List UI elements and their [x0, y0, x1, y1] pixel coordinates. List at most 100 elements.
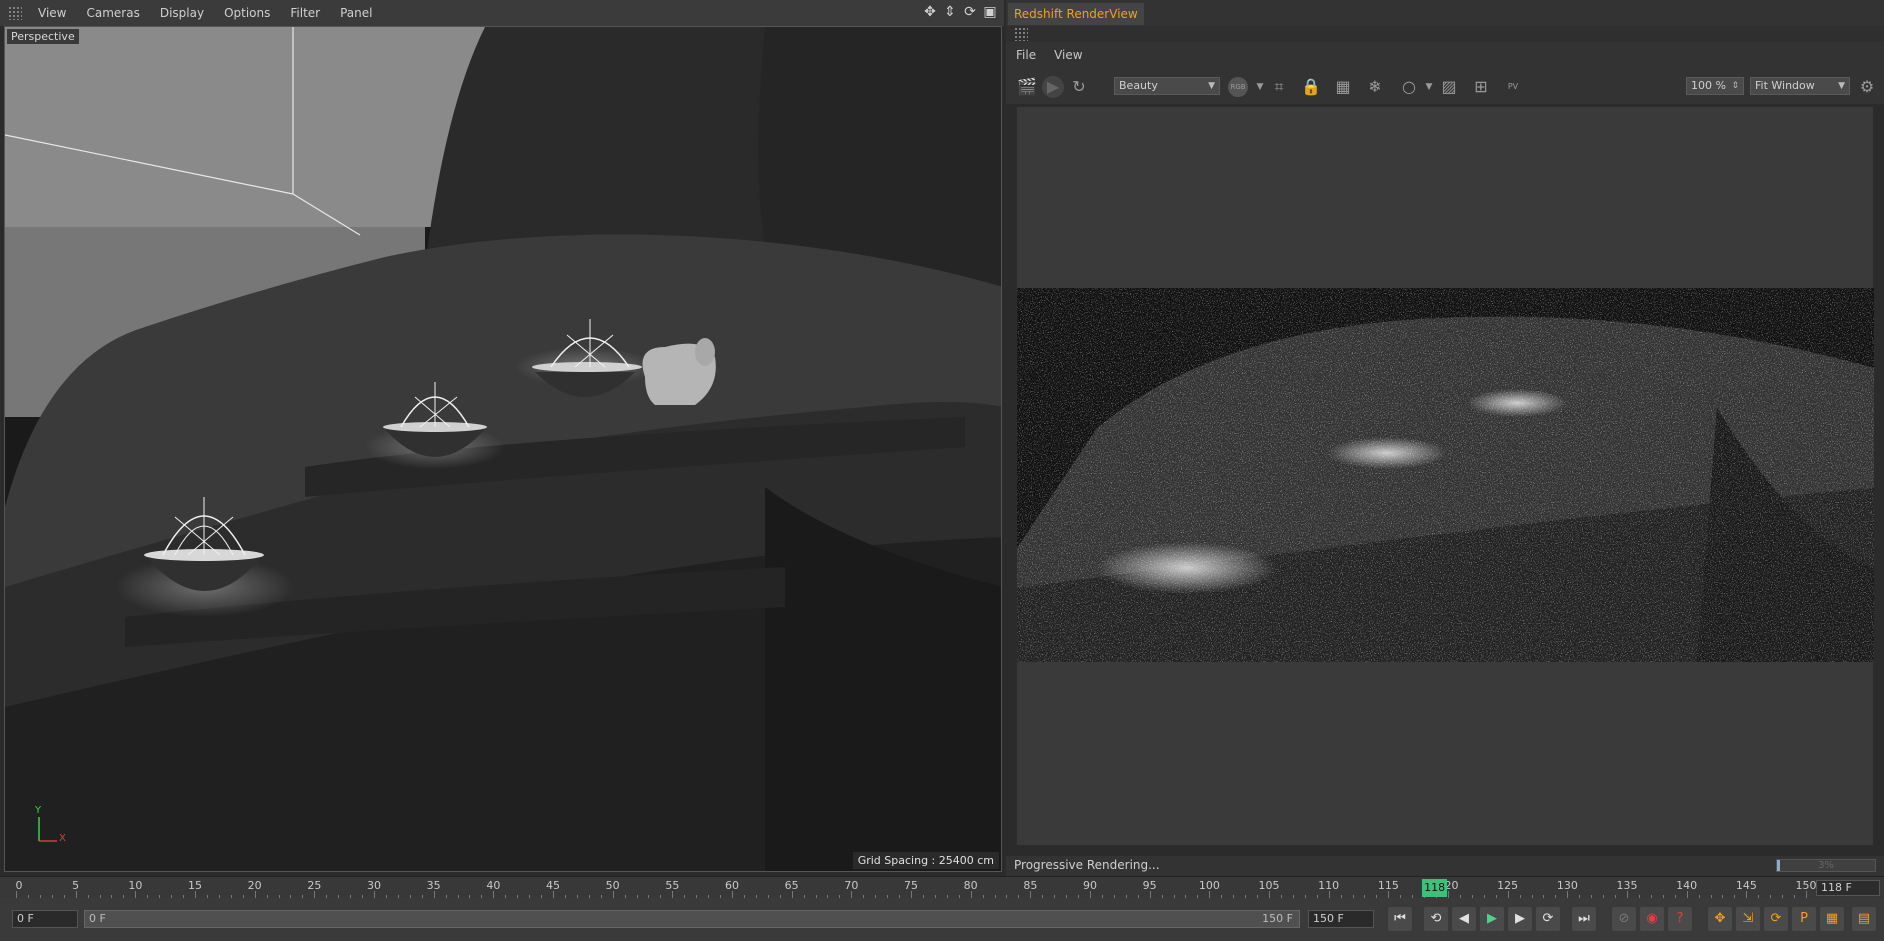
pla-keys-icon[interactable]: ▦ [1820, 907, 1844, 931]
timeline-window-icon[interactable]: ▤ [1852, 907, 1876, 931]
timeline-tick-label: 70 [844, 879, 859, 892]
gear-icon[interactable]: ⚙ [1856, 76, 1878, 98]
crop-icon[interactable]: ⌗ [1268, 76, 1290, 98]
render-progress-label: 3% [1818, 860, 1834, 871]
timeline-tick-label: 90 [1083, 879, 1097, 892]
timeline-tick-label: 50 [605, 879, 620, 892]
zoom-camera-icon[interactable]: ⇕ [942, 4, 958, 20]
previous-frame-icon[interactable]: ◀ [1452, 907, 1476, 931]
renderview-statusbar: Progressive Rendering... 3% [1006, 856, 1884, 876]
rv-menu-view[interactable]: View [1054, 48, 1082, 62]
range-end-label: 150 F [1262, 912, 1293, 925]
timeline-tick-label: 5 [72, 879, 80, 892]
play-render-icon[interactable]: ▶ [1042, 76, 1064, 98]
circle-icon[interactable]: ○ [1398, 76, 1420, 98]
rotate-keys-icon[interactable]: ⟳ [1764, 907, 1788, 931]
timeline-tick-label: 85 [1023, 879, 1038, 892]
axis-indicator: Y X [33, 805, 73, 847]
frame-range-slider[interactable]: 0 F 150 F [84, 910, 1300, 928]
fit-select[interactable]: Fit Window ▼ [1750, 77, 1850, 95]
timeline-tick-label: 100 [1198, 879, 1220, 892]
renderview-titlebar: Redshift RenderView [1006, 0, 1884, 26]
image-icon[interactable]: ▨ [1438, 76, 1460, 98]
render-progress-bar: 3% [1776, 859, 1876, 872]
next-key-icon[interactable]: ⟳ [1536, 907, 1560, 931]
timeline-tick-label: 135 [1616, 879, 1638, 892]
zoom-field[interactable]: 100 % ⇕ [1686, 77, 1744, 95]
render-canvas[interactable] [1016, 106, 1874, 846]
rgb-channel-icon[interactable]: RGB [1228, 77, 1248, 97]
pv-icon[interactable]: PV [1502, 76, 1524, 98]
menu-view[interactable]: View [28, 6, 76, 20]
rv-menu-file[interactable]: File [1016, 48, 1036, 62]
menu-options[interactable]: Options [214, 6, 280, 20]
timeline-ticks: 0 5 10 15 20 25 30 35 40 45 50 55 60 65 70 75 80 85 90 95 10… [16, 877, 1817, 899]
move-camera-icon[interactable]: ✥ [922, 4, 938, 20]
add-snapshot-icon[interactable]: ⊞ [1470, 76, 1492, 98]
timeline-tick-label: 80 [963, 879, 978, 892]
lock-icon[interactable]: 🔒 [1300, 76, 1322, 98]
menu-filter[interactable]: Filter [280, 6, 330, 20]
renderview-tab[interactable]: Redshift RenderView [1008, 3, 1144, 25]
axis-y-label: Y [35, 805, 42, 816]
record-keys-icon[interactable]: ◉ [1640, 907, 1664, 931]
timeline-tick-label: 30 [367, 879, 381, 892]
renderview-menubar: File View [1006, 42, 1884, 68]
refresh-icon[interactable]: ↻ [1068, 76, 1090, 98]
current-frame-field[interactable]: 118 F [1816, 880, 1880, 896]
menu-cameras[interactable]: Cameras [76, 6, 149, 20]
timeline-tick-label: 130 [1556, 879, 1578, 892]
viewport-nav-icons: ✥ ⇕ ⟳ ▣ [922, 4, 998, 20]
param-keys-icon[interactable]: P [1792, 907, 1816, 931]
menu-display[interactable]: Display [150, 6, 214, 20]
clapper-icon[interactable]: 🎬 [1016, 76, 1038, 98]
rotate-camera-icon[interactable]: ⟳ [962, 4, 978, 20]
viewport-label: Perspective [7, 29, 79, 44]
grid-spacing-readout: Grid Spacing : 25400 cm [852, 852, 999, 869]
record-disabled-icon[interactable]: ⊘ [1612, 907, 1636, 931]
go-to-end-icon[interactable]: ⏭ [1572, 907, 1596, 931]
render-output-image [1017, 288, 1874, 662]
end-frame-field[interactable]: 150 F [1308, 910, 1374, 928]
viewport-grip-handle[interactable] [8, 6, 22, 20]
grid-icon[interactable]: ▦ [1332, 76, 1354, 98]
timeline-tick-label: 60 [725, 879, 739, 892]
timeline-tick-label: 40 [486, 879, 501, 892]
toggle-view-icon[interactable]: ▣ [982, 4, 998, 20]
renderview-grip-handle[interactable] [1014, 27, 1028, 41]
timeline-tick-label: 15 [188, 879, 202, 892]
menu-panel[interactable]: Panel [330, 6, 382, 20]
timeline-tick-label: 55 [665, 879, 680, 892]
viewport-menubar: View Cameras Display Options Filter Pane… [0, 0, 1004, 26]
timeline-tick-label: 95 [1142, 879, 1157, 892]
play-icon[interactable]: ▶ [1480, 907, 1504, 931]
move-keys-icon[interactable]: ✥ [1708, 907, 1732, 931]
timeline-tick-label: 115 [1377, 879, 1399, 892]
go-to-start-icon[interactable]: ⏮ [1388, 907, 1412, 931]
timeline-tick-label: 65 [784, 879, 799, 892]
transport-bar: 0 F 0 F 150 F 150 F ⏮ ⟲ ◀ ▶ ▶ ⟳ ⏭ ⊘ ◉ ? … [0, 898, 1884, 941]
timeline-tick-label: 145 [1735, 879, 1757, 892]
perspective-viewport[interactable]: Perspective Y X Grid Spacing : 25400 cm [4, 26, 1002, 872]
viewport-scene [5, 27, 1001, 871]
render-status-text: Progressive Rendering... [1014, 858, 1160, 872]
aov-select[interactable]: Beauty ▼ [1114, 77, 1220, 95]
chevron-down-icon: ▼ [1838, 81, 1845, 91]
timeline-ruler[interactable]: 0 5 10 15 20 25 30 35 40 45 50 55 60 65 70 75 80 85 90 95 10… [0, 876, 1884, 899]
timeline-tick-label: 10 [128, 879, 143, 892]
chevron-down-icon[interactable]: ▼ [1418, 76, 1440, 98]
stepper-icon: ⇕ [1731, 81, 1739, 91]
start-frame-field[interactable]: 0 F [12, 910, 78, 928]
timeline-tick-label: 140 [1676, 879, 1698, 892]
renderview-grip-row [1006, 26, 1884, 42]
scale-keys-icon[interactable]: ⇲ [1736, 907, 1760, 931]
next-frame-icon[interactable]: ▶ [1508, 907, 1532, 931]
current-frame-marker[interactable]: 118 [1422, 879, 1448, 897]
timeline-tick-label: 125 [1497, 879, 1519, 892]
previous-key-icon[interactable]: ⟲ [1424, 907, 1448, 931]
timeline-tick-label: 110 [1318, 879, 1340, 892]
autokey-icon[interactable]: ? [1668, 907, 1692, 931]
snowflake-icon[interactable]: ❄ [1364, 76, 1386, 98]
timeline-tick-label: 45 [546, 879, 560, 892]
timeline-tick-label: 75 [904, 879, 918, 892]
